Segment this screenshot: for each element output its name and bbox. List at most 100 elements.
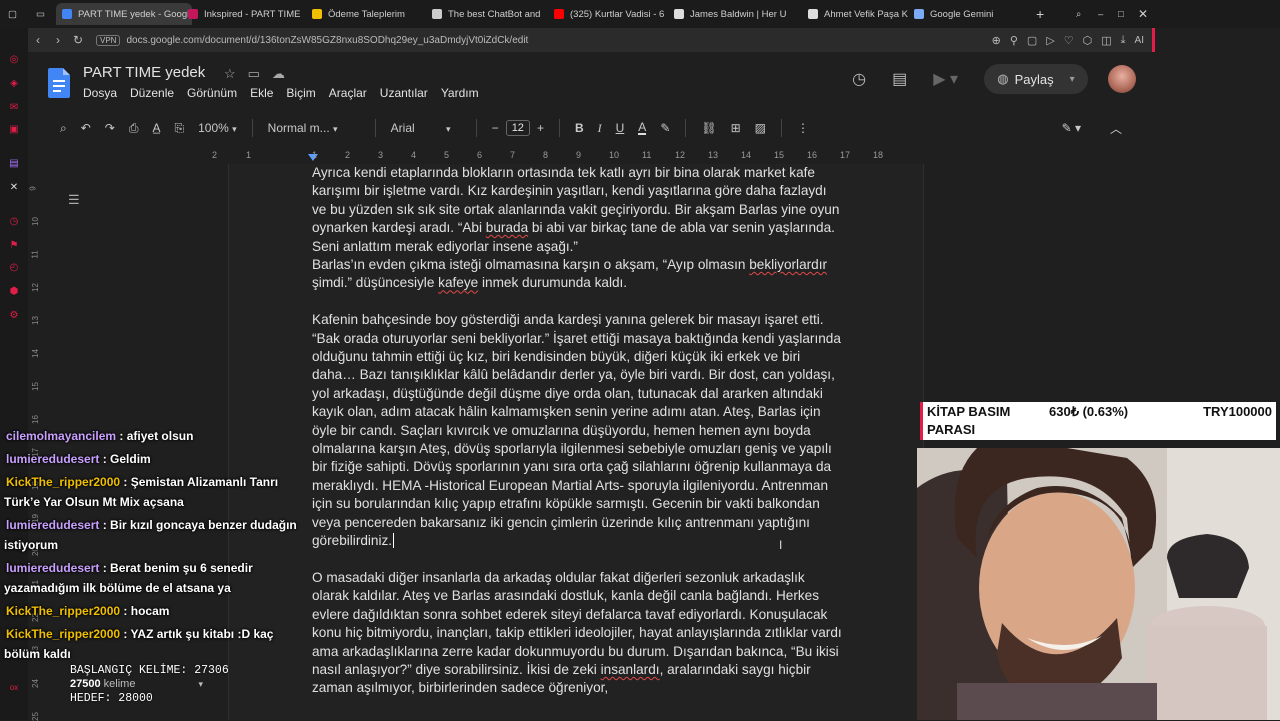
menu-file[interactable]: Dosya xyxy=(83,86,117,100)
chat-username[interactable]: lumieredudesert xyxy=(6,452,99,466)
browser-tab[interactable]: James Baldwin | Her U xyxy=(674,3,800,25)
document-title[interactable]: PART TIME yedek xyxy=(83,64,205,81)
misspelled-word[interactable]: burada xyxy=(486,220,528,235)
style-select[interactable]: Normal m... ▾ xyxy=(268,121,360,135)
horizontal-ruler[interactable]: 2 1 1 2 3 4 5 6 7 8 9 10 11 12 13 14 15 16 17 18 xyxy=(28,148,1152,164)
comments-icon[interactable]: ▤ xyxy=(892,69,907,89)
twitch-icon[interactable]: ▤ xyxy=(8,158,20,170)
add-comment-icon[interactable]: ⊞ xyxy=(731,121,741,135)
browser-tab[interactable]: Google Gemini xyxy=(914,3,1024,25)
minimize-icon[interactable]: – xyxy=(1098,3,1112,25)
avatar[interactable] xyxy=(1108,65,1136,93)
editing-mode-icon[interactable]: ✎ ▾ xyxy=(1062,121,1081,135)
maximize-icon[interactable]: □ xyxy=(1118,3,1132,25)
messenger-icon[interactable]: ✉ xyxy=(8,102,20,114)
link-icon[interactable]: ⛓ xyxy=(701,121,716,135)
meet-icon[interactable]: ▶ ▾ xyxy=(933,69,958,89)
font-size-input[interactable]: 12 xyxy=(505,120,530,136)
star-icon[interactable]: ☆ xyxy=(224,66,236,82)
menu-format[interactable]: Biçim xyxy=(286,86,315,100)
underline-icon[interactable]: U xyxy=(616,121,625,135)
paragraph: O masadaki diğer insanlarla da arkadaş o… xyxy=(312,569,842,698)
bookmark-icon[interactable]: ▢ xyxy=(1027,34,1037,47)
ai-button[interactable]: AI xyxy=(1135,35,1144,46)
download-icon[interactable]: ⤓ xyxy=(1121,34,1126,47)
menu-help[interactable]: Yardım xyxy=(441,86,479,100)
share-button[interactable]: ◍ Paylaş ▾ xyxy=(984,64,1088,94)
browser-tab[interactable]: Inkspired - PART TIME xyxy=(188,3,304,25)
x-icon[interactable]: ✕ xyxy=(8,182,20,194)
menu-extensions[interactable]: Uzantılar xyxy=(380,86,428,100)
bold-icon[interactable]: B xyxy=(575,121,584,135)
text-color-icon[interactable]: A xyxy=(638,121,647,135)
increase-font-icon[interactable]: + xyxy=(537,121,544,135)
vpn-badge[interactable]: VPN xyxy=(96,34,121,46)
menu-edit[interactable]: Düzenle xyxy=(130,86,174,100)
tab-overview-icon[interactable]: ▭ xyxy=(36,3,52,25)
document-body[interactable]: Ayrıca kendi etaplarında blokların ortas… xyxy=(312,164,842,698)
docs-logo-icon[interactable] xyxy=(48,68,70,98)
extensions-icon[interactable]: ⬡ xyxy=(1083,34,1093,47)
browser-tab[interactable]: (325) Kurtlar Vadisi - 6 xyxy=(554,3,668,25)
back-icon[interactable]: ‹ xyxy=(28,33,48,47)
url-field[interactable]: docs.google.com/document/d/136tonZsW85GZ… xyxy=(126,35,528,46)
forward-icon[interactable]: › xyxy=(48,33,68,47)
outline-icon[interactable]: ☰ xyxy=(68,192,80,208)
pin-board-icon[interactable]: ⚑ xyxy=(8,240,20,252)
italic-icon[interactable]: I xyxy=(598,121,602,136)
misspelled-word[interactable]: insanlardı xyxy=(601,662,660,677)
browser-tab[interactable]: Ahmet Vefik Paşa Kütü xyxy=(808,3,908,25)
menu-view[interactable]: Görünüm xyxy=(187,86,237,100)
chat-username[interactable]: KickThe_ripper2000 xyxy=(6,604,120,618)
spellcheck-icon[interactable]: A̲ xyxy=(152,121,160,135)
docs-word-count[interactable]: 27500 kelime ▾ xyxy=(70,678,203,690)
decrease-font-icon[interactable]: − xyxy=(492,121,499,135)
play-icon[interactable]: ▷ xyxy=(1046,34,1054,47)
chat-username[interactable]: cilemolmayancilem xyxy=(6,429,116,443)
font-select[interactable]: Arial ▾ xyxy=(391,121,461,135)
browser-tab[interactable]: Ödeme Taleplerim xyxy=(312,3,424,25)
misspelled-word[interactable]: kafeye xyxy=(438,275,478,290)
search-tabs-icon[interactable]: ⌕ xyxy=(1076,3,1090,25)
heart-icon[interactable]: ♡ xyxy=(1064,34,1074,47)
aria-icon[interactable]: ◈ xyxy=(8,78,20,90)
workspace-icon[interactable]: ▢ xyxy=(8,3,24,25)
highlight-icon[interactable]: ✎ xyxy=(660,121,670,135)
cloud-status-icon[interactable]: ☁ xyxy=(272,66,285,82)
more-options-icon[interactable]: ⋮ xyxy=(797,121,809,135)
browser-tab[interactable]: The best ChatBot and xyxy=(432,3,548,25)
ruler-tick-label: 5 xyxy=(444,150,450,160)
chat-username[interactable]: lumieredudesert xyxy=(6,561,99,575)
opera-icon[interactable]: ◎ xyxy=(8,54,20,66)
collapse-menus-icon[interactable]: ︿ xyxy=(1110,120,1122,137)
version-history-icon[interactable]: ◷ xyxy=(852,69,866,89)
zoom-icon[interactable]: ⊕ xyxy=(992,34,1001,47)
reload-icon[interactable]: ↻ xyxy=(68,33,88,47)
history-icon[interactable]: ◷ xyxy=(8,216,20,228)
wallet-icon[interactable]: ◫ xyxy=(1101,34,1111,47)
zoom-select[interactable]: 100% ▾ xyxy=(198,121,237,135)
image-icon[interactable]: ▨ xyxy=(755,121,766,135)
undo-icon[interactable]: ↶ xyxy=(81,121,91,135)
search-menus-icon[interactable]: ⌕ xyxy=(60,121,67,136)
settings-icon[interactable]: ⚙ xyxy=(8,310,20,322)
menu-insert[interactable]: Ekle xyxy=(250,86,273,100)
clock-icon[interactable]: ◴ xyxy=(8,262,20,274)
mail-icon[interactable]: ▣ xyxy=(8,124,20,136)
chat-username[interactable]: KickThe_ripper2000 xyxy=(6,475,120,489)
pin-icon[interactable]: ⚲ xyxy=(1010,34,1018,47)
chat-username[interactable]: KickThe_ripper2000 xyxy=(6,627,120,641)
print-icon[interactable]: ⎙ xyxy=(129,121,139,136)
docs-toolbar: ⌕ ↶ ↷ ⎙ A̲ ⎘ 100% ▾ Normal m... ▾ Arial … xyxy=(28,112,1152,144)
chat-username[interactable]: lumieredudesert xyxy=(6,518,99,532)
move-folder-icon[interactable]: ▭ xyxy=(248,66,260,82)
misspelled-word[interactable]: bekliyorlardır xyxy=(749,257,827,272)
close-window-icon[interactable]: ✕ xyxy=(1138,3,1152,25)
more-icon[interactable]: ox xyxy=(8,682,20,694)
new-tab-button[interactable]: + xyxy=(1036,3,1050,25)
menu-tools[interactable]: Araçlar xyxy=(329,86,367,100)
browser-tab[interactable]: PART TIME yedek - Google✕ xyxy=(56,3,192,25)
paint-format-icon[interactable]: ⎘ xyxy=(174,121,184,136)
redo-icon[interactable]: ↷ xyxy=(105,121,115,135)
extensions-side-icon[interactable]: ⬢ xyxy=(8,286,20,298)
